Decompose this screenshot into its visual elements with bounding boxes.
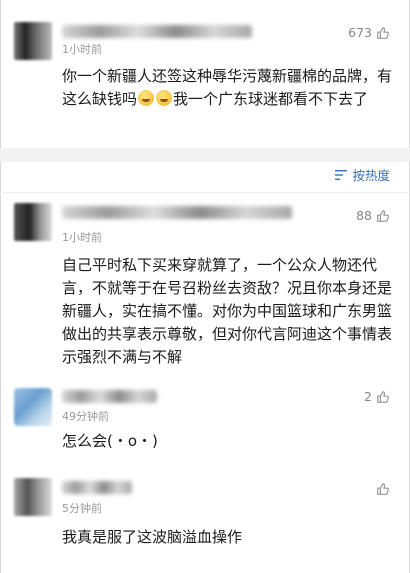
thumbs-up-icon — [377, 26, 389, 39]
avatar[interactable] — [14, 388, 52, 426]
thumbs-up-icon — [377, 209, 389, 222]
like-button[interactable]: 88 — [356, 208, 390, 223]
avatar[interactable] — [14, 478, 52, 516]
comment-time: 5分钟前 — [62, 502, 102, 515]
worried-face-icon — [138, 90, 155, 106]
like-button[interactable]: 2 — [364, 389, 390, 404]
comment-time: 1小时前 — [62, 43, 102, 56]
comment-text: 我真是服了这波脑溢血操作 — [62, 528, 243, 546]
worried-face-icon — [156, 90, 173, 106]
section-divider — [0, 148, 410, 162]
avatar[interactable] — [14, 22, 52, 60]
like-button[interactable] — [372, 482, 390, 496]
like-count: 88 — [356, 208, 372, 223]
comment-text-tail: 我一个广东球迷都看不下去了 — [173, 90, 369, 108]
username-blurred[interactable] — [62, 481, 132, 494]
avatar[interactable] — [14, 203, 52, 241]
comment-text: 你一个新疆人还签这种辱华污蔑新疆棉的品牌，有这么缺钱吗 我一个广东球迷都看不下去了 — [62, 65, 392, 111]
username-blurred[interactable] — [62, 390, 157, 403]
like-count: 2 — [364, 389, 372, 404]
comment-text: 自己平时私下买来穿就算了，一个公众人物还代言，不就等于在号召粉丝去资敌？况且你本… — [62, 256, 393, 366]
username-blurred[interactable] — [62, 206, 292, 219]
separator — [0, 192, 410, 193]
sort-label: 按热度 — [352, 168, 390, 183]
like-count: 673 — [348, 25, 372, 40]
comment-time: 1小时前 — [62, 231, 102, 244]
thumbs-up-icon — [377, 483, 389, 495]
like-button[interactable]: 673 — [348, 25, 390, 40]
username-blurred[interactable] — [62, 25, 252, 38]
left-edge — [0, 0, 1, 573]
comment-text: 怎么会(・o・) — [62, 432, 158, 450]
thumbs-up-icon — [377, 390, 389, 403]
comment-time: 49分钟前 — [62, 410, 109, 423]
sort-lines-icon — [335, 169, 348, 180]
sort-by-hot-button[interactable]: 按热度 — [334, 165, 390, 184]
